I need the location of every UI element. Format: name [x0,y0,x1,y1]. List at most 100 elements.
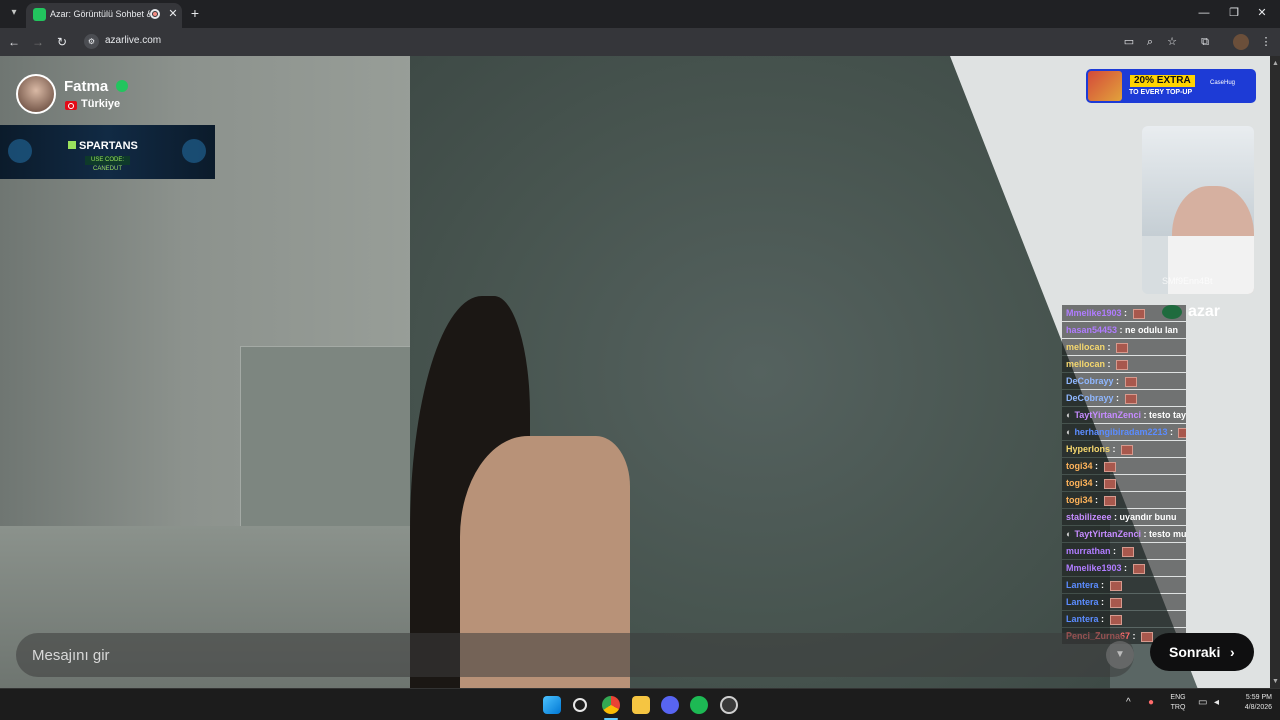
chat-message: togi34 : [1062,458,1186,474]
window-close-button[interactable]: ✕ [1252,4,1272,22]
chat-message: togi34 : [1062,492,1186,508]
banner-title: SPARTANS [68,140,148,154]
tab-list-chevron-icon[interactable]: ▾ [6,5,22,21]
chat-username[interactable]: togi34 [1066,478,1093,488]
next-button[interactable]: Sonraki › [1150,633,1254,671]
chat-emote-icon [1121,444,1134,455]
chat-username[interactable]: herhangibiradam2213 [1074,427,1167,437]
chat-username[interactable]: mellocan [1066,342,1105,352]
network-icon[interactable]: ▭ [1198,697,1207,708]
azar-logo-text: azar [1188,303,1221,320]
forward-arrow-icon[interactable]: → [30,34,46,50]
scroll-down-icon[interactable]: ▼ [1272,678,1280,686]
search-icon[interactable] [573,698,587,712]
spotify-icon[interactable] [690,696,708,714]
chat-message: Mmelike1903 : [1062,305,1186,321]
chat-emote-icon [1121,546,1134,557]
chat-username[interactable]: hasan54453 [1066,325,1117,335]
chat-separator: : [1110,444,1119,454]
chat-username[interactable]: togi34 [1066,495,1093,505]
chat-separator: : [1140,529,1149,539]
chat-text: testo mu bu [1148,529,1186,539]
chat-separator: : [1092,478,1101,488]
chat-separator: : [1140,410,1149,420]
chat-separator: : [1110,546,1119,556]
chat-username[interactable]: Mmelike1903 [1066,563,1122,573]
browser-menu-icon[interactable]: ⋮ [1258,34,1274,50]
chat-username[interactable]: HyperIons [1066,444,1110,454]
caller-avatar[interactable] [16,74,56,114]
chat-message: hasan54453 : ne odulu lan [1062,322,1186,338]
window-minimize-button[interactable]: — [1194,4,1214,22]
stream-chat: Mmelike1903 : hasan54453 : ne odulu lan m… [1062,290,1192,646]
extensions-icon[interactable]: ⧉ [1197,34,1213,50]
chat-message: ◐TaytYirtanZenci : testo taylan [1062,407,1186,423]
chat-emote-icon [1116,359,1129,370]
scroll-up-icon[interactable]: ▲ [1272,60,1280,68]
chat-username[interactable]: togi34 [1066,461,1093,471]
reload-icon[interactable]: ↻ [54,34,70,50]
chat-username[interactable]: stabilizeee [1066,512,1112,522]
chat-username[interactable]: Lantera [1066,614,1099,624]
chat-username[interactable]: TaytYirtanZenci [1074,410,1141,420]
chat-badge-icon: ◐ [1066,427,1072,437]
site-info-icon[interactable]: ⚙ [84,34,99,49]
discord-icon[interactable] [661,696,679,714]
send-icon[interactable]: ▼ [1106,641,1134,669]
message-input[interactable] [32,645,632,665]
chat-emote-icon [1124,393,1137,404]
azar-favicon-icon [33,8,46,21]
back-arrow-icon[interactable]: ← [6,34,22,50]
promo-image [1088,71,1122,101]
chat-badge-icon: ◐ [1066,410,1072,420]
cast-icon[interactable]: ▭ [1121,34,1137,50]
chat-username[interactable]: Lantera [1066,580,1099,590]
promo-subline: TO EVERY TOP-UP [1129,89,1193,96]
profile-avatar[interactable] [1233,34,1249,50]
chat-text: uyandır bunu [1119,512,1177,522]
volume-icon[interactable]: ◂ [1214,697,1219,708]
chat-username[interactable]: mellocan [1066,359,1105,369]
windows-start-icon[interactable] [543,696,561,714]
tab-title: Azar: Görüntülü Sohbet & [50,9,150,19]
tray-chevron-icon[interactable]: ^ [1126,697,1131,708]
chat-emote-icon [1109,614,1122,625]
promo-brand: CaseHug [1210,80,1236,86]
chat-emote-icon [1116,342,1129,353]
system-clock[interactable]: 5:59 PM 4/8/2026 [1232,693,1272,713]
input-language[interactable]: ENG TRQ [1168,693,1188,713]
chat-username[interactable]: Lantera [1066,597,1099,607]
chat-username[interactable]: murrathan [1066,546,1111,556]
chat-emote-icon [1109,580,1122,591]
zoom-icon[interactable]: ⌕ [1142,34,1158,50]
chat-emote-icon [1103,461,1116,472]
chrome-icon[interactable] [602,696,620,714]
chevron-right-icon: › [1230,644,1235,660]
tab-azar[interactable]: Azar: Görüntülü Sohbet & ✕ [26,3,182,28]
chat-separator: : [1113,393,1122,403]
file-explorer-icon[interactable] [632,696,650,714]
self-user-id: SMf9Enn4Bt [1162,276,1213,286]
tab-close-button[interactable]: ✕ [166,7,180,21]
self-video-preview: SMf9Enn4Bt [1142,126,1254,294]
page-scrollbar[interactable] [1270,56,1280,688]
sponsor-banner: SPARTANS USE CODE: CANEDUT [0,125,215,179]
chat-username[interactable]: DeCobrayy [1066,393,1114,403]
new-tab-button[interactable]: + [188,5,202,21]
chat-username[interactable]: TaytYirtanZenci [1074,529,1141,539]
banner-glow-right [182,139,206,163]
chat-separator: : [1167,427,1176,437]
chat-username[interactable]: Mmelike1903 [1066,308,1122,318]
language-code: ENG [1170,694,1186,701]
url-field[interactable]: azarlive.com [105,35,225,49]
chat-username[interactable]: DeCobrayy [1066,376,1114,386]
microphone-icon[interactable]: ● [1148,697,1154,708]
app-icon[interactable] [720,696,738,714]
chat-separator: : [1111,512,1120,522]
verified-badge-icon [116,80,128,92]
chat-message: HyperIons : [1062,441,1186,457]
bookmark-star-icon[interactable]: ☆ [1164,34,1180,50]
window-restore-button[interactable]: ❐ [1224,4,1244,22]
chat-message: Lantera : [1062,577,1186,593]
chat-badge-icon: ◐ [1066,529,1072,539]
